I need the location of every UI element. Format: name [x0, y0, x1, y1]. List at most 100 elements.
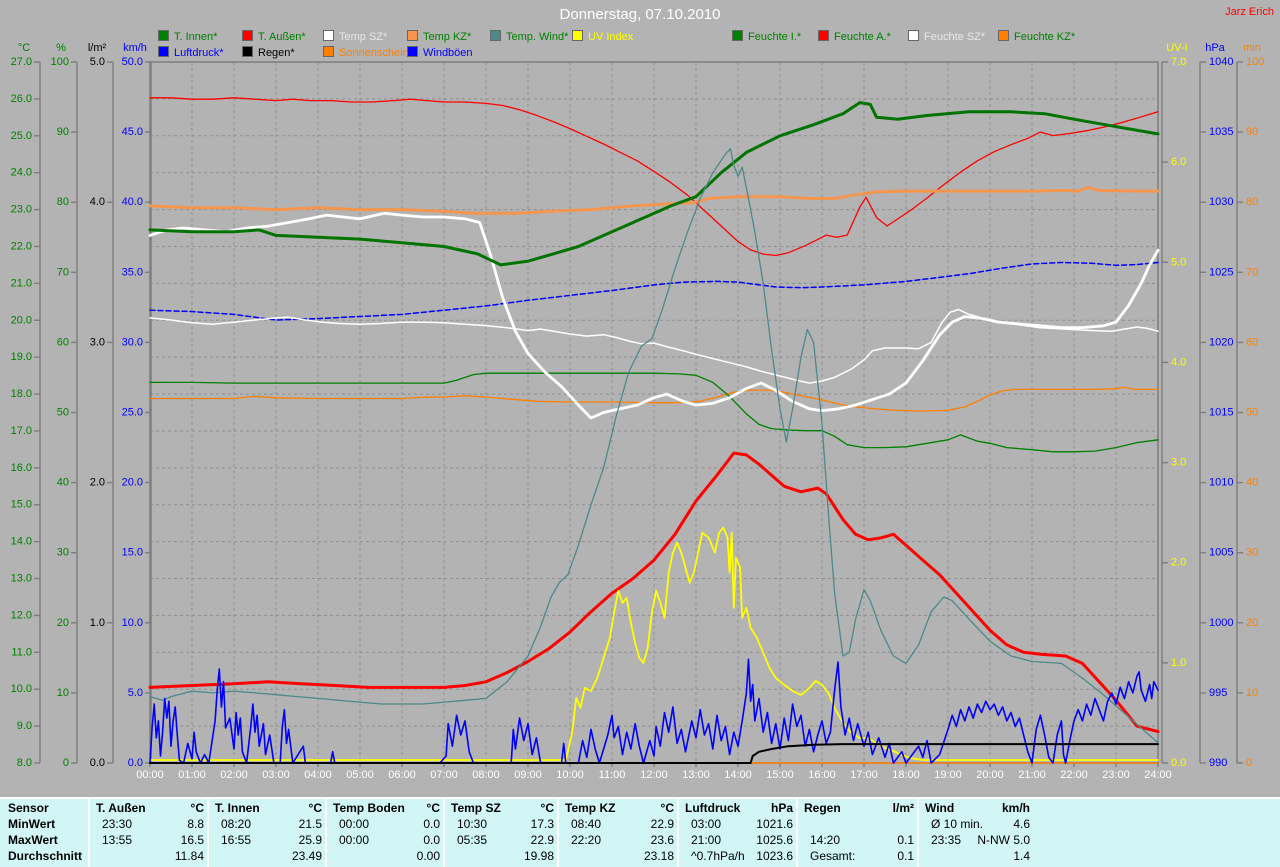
table-cell: 05:35 [457, 833, 488, 847]
axis-unit-label: % [56, 42, 66, 54]
axis-tick-label: 60 [57, 336, 69, 348]
table-cell: 25.9 [298, 833, 322, 847]
x-tick-label: 10:00 [556, 769, 584, 781]
axis-tick-label: 1.0 [90, 617, 105, 629]
table-row-label: Durchschnitt [8, 849, 83, 863]
axis-tick-label: 70 [57, 266, 69, 278]
axis-unit-label: UV-I [1166, 42, 1187, 54]
axis-tick-label: 40 [1246, 477, 1258, 489]
table-cell: 0.0 [423, 833, 440, 847]
x-tick-label: 05:00 [346, 769, 374, 781]
axis-tick-label: 27.0 [11, 56, 32, 68]
axis-tick-label: 1040 [1209, 56, 1233, 68]
table-cell: 0.1 [897, 849, 914, 863]
axis-unit-label: l/m² [88, 42, 107, 54]
table-cell: 1025.6 [756, 833, 793, 847]
table-cell: °C [660, 801, 674, 815]
axis-tick-label: 2.0 [1171, 557, 1186, 569]
table-cell: T. Außen [96, 801, 146, 815]
axis-tick-label: 5.0 [128, 687, 143, 699]
table-cell: 21.5 [298, 817, 322, 831]
table-cell: Luftdruck [685, 801, 741, 815]
axis-tick-label: 25.0 [122, 407, 143, 419]
table-cell: 23.49 [291, 849, 322, 863]
table-cell: 03:00 [691, 817, 722, 831]
axis-tick-label: 30.0 [122, 336, 143, 348]
table-cell: 23.6 [650, 833, 674, 847]
table-cell: °C [540, 801, 554, 815]
table-cell: Ø 10 min. [931, 817, 984, 831]
axis-tick-label: 22.0 [11, 240, 32, 252]
table-cell: 0.0 [423, 817, 440, 831]
weather-app-window: Donnerstag, 07.10.2010 Jarz Erich T. Inn… [0, 0, 1280, 867]
table-row-label: MinWert [8, 817, 56, 831]
x-tick-label: 01:00 [178, 769, 206, 781]
axis-tick-label: 0.0 [1171, 757, 1186, 769]
axis-tick-label: 20.0 [122, 477, 143, 489]
axis-tick-label: 13.0 [11, 573, 32, 585]
table-cell: 22:20 [571, 833, 602, 847]
table-cell: 22.9 [650, 817, 674, 831]
axis-tick-label: 14.0 [11, 536, 32, 548]
axis-tick-label: 100 [1246, 56, 1264, 68]
table-cell: Temp SZ [451, 801, 501, 815]
table-cell: 16.5 [180, 833, 204, 847]
axis-tick-label: 6.0 [1171, 156, 1186, 168]
axis-tick-label: 35.0 [122, 266, 143, 278]
axis-tick-label: 15.0 [11, 499, 32, 511]
axis-tick-label: 3.0 [90, 336, 105, 348]
table-cell: 11.84 [174, 849, 204, 863]
axis-tick-label: 1025 [1209, 266, 1233, 278]
table-cell: 23:30 [102, 817, 133, 831]
axis-tick-label: 50 [1246, 407, 1258, 419]
axis-tick-label: 0.0 [128, 757, 143, 769]
table-cell: 0.00 [416, 849, 440, 863]
table-cell: 21:00 [691, 833, 722, 847]
table-cell: Temp KZ [565, 801, 616, 815]
table-row-label: MaxWert [8, 833, 58, 847]
table-cell: 4.6 [1013, 817, 1030, 831]
axis-tick-label: 5.0 [1171, 256, 1186, 268]
table-cell: °C [308, 801, 322, 815]
table-cell: Gesamt: [810, 849, 856, 863]
axis-tick-label: 1030 [1209, 196, 1233, 208]
x-tick-label: 17:00 [850, 769, 878, 781]
table-cell: 17.3 [530, 817, 554, 831]
axis-tick-label: 18.0 [11, 388, 32, 400]
axis-tick-label: 1010 [1209, 477, 1233, 489]
table-cell: 10:30 [457, 817, 488, 831]
axis-tick-label: 90 [57, 126, 69, 138]
axis-tick-label: 25.0 [11, 130, 32, 142]
axis-tick-label: 16.0 [11, 462, 32, 474]
table-cell: 14:20 [810, 833, 841, 847]
table-group-temp-sz: Temp SZ °C 10:30 17.3 05:35 22.9 19.98 [443, 799, 559, 867]
axis-tick-label: 23.0 [11, 204, 32, 216]
axis-tick-label: 30 [57, 547, 69, 559]
table-cell: 19.98 [523, 849, 554, 863]
x-tick-label: 08:00 [472, 769, 500, 781]
axis-tick-label: 990 [1209, 757, 1227, 769]
x-tick-label: 16:00 [808, 769, 836, 781]
table-cell: N-NW 5.0 [977, 833, 1030, 847]
x-tick-label: 23:00 [1102, 769, 1130, 781]
table-cell: 08:20 [221, 817, 252, 831]
axis-tick-label: 7.0 [1171, 56, 1186, 68]
axis-tick-label: 90 [1246, 126, 1258, 138]
table-cell: 1.4 [1013, 849, 1030, 863]
axis-tick-label: 4.0 [1171, 356, 1186, 368]
axis-unit-label: km/h [123, 42, 147, 54]
axis-tick-label: 70 [1246, 266, 1258, 278]
axis-tick-label: 20.0 [11, 314, 32, 326]
x-tick-label: 00:00 [136, 769, 164, 781]
x-tick-label: 07:00 [430, 769, 458, 781]
axis-tick-label: 50.0 [122, 56, 143, 68]
table-cell: °C [190, 801, 204, 815]
table-cell: hPa [770, 801, 793, 815]
x-tick-label: 02:00 [220, 769, 248, 781]
table-cell: km/h [1001, 801, 1030, 815]
table-group-temp-boden: Temp Boden °C 00:00 0.0 00:00 0.0 0.00 [325, 799, 445, 867]
x-tick-label: 12:00 [640, 769, 668, 781]
axis-tick-label: 0 [63, 757, 69, 769]
axis-tick-label: 40.0 [122, 196, 143, 208]
x-tick-label: 19:00 [934, 769, 962, 781]
